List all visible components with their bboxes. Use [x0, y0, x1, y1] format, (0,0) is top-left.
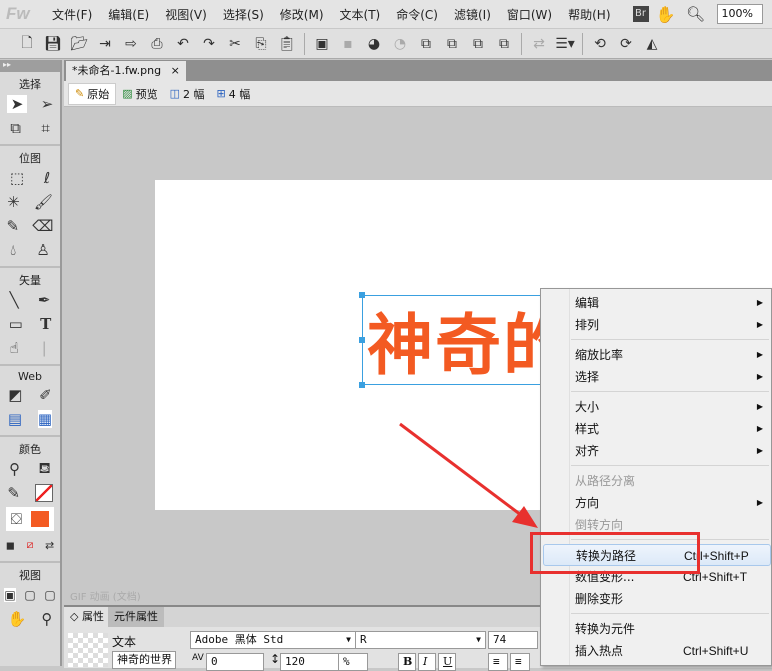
- font-family-value: Adobe 黑体 Std: [195, 633, 284, 646]
- kerning-icon: AV: [192, 653, 204, 663]
- context-menu-item[interactable]: 删除变形: [543, 588, 771, 610]
- menu-item-label: 排列: [575, 318, 600, 332]
- tab-symbol-properties[interactable]: 元件属性: [108, 607, 164, 627]
- menu-item-label: 转换为元件: [575, 622, 636, 636]
- menu-item-label: 样式: [575, 422, 600, 436]
- menu-separator: [571, 465, 769, 466]
- submenu-arrow-icon: ▶: [756, 320, 763, 329]
- leading-unit-select[interactable]: %: [338, 653, 368, 671]
- font-style-value: R: [360, 633, 367, 646]
- context-menu-item[interactable]: 排列 ▶: [543, 314, 771, 336]
- document-status: GIF 动画 (文档): [70, 592, 141, 603]
- menu-item-label: 从路径分离: [575, 474, 636, 488]
- bold-button[interactable]: B: [398, 653, 416, 671]
- object-name-field[interactable]: 神奇的世界: [112, 651, 176, 669]
- submenu-arrow-icon: ▶: [756, 446, 763, 455]
- menu-item-label: 选择: [575, 370, 600, 384]
- submenu-arrow-icon: ▶: [756, 498, 763, 507]
- submenu-arrow-icon: ▶: [756, 298, 763, 307]
- tab-properties[interactable]: ◇ 属性: [64, 607, 110, 627]
- menu-separator: [571, 391, 769, 392]
- submenu-arrow-icon: ▶: [756, 350, 763, 359]
- menu-item-label: 编辑: [575, 296, 600, 310]
- menu-separator: [571, 613, 769, 614]
- italic-button[interactable]: I: [418, 653, 436, 671]
- menu-item-label: 缩放比率: [575, 348, 624, 362]
- context-menu-item[interactable]: 转换为元件: [543, 618, 771, 640]
- leading-field[interactable]: 120: [280, 653, 340, 671]
- font-size-field[interactable]: 74: [488, 631, 538, 649]
- menu-item-label: 大小: [575, 400, 600, 414]
- menu-item-label: 插入热点: [575, 644, 624, 658]
- context-menu-item[interactable]: 样式 ▶: [543, 418, 771, 440]
- menu-item-shortcut: Ctrl+Shift+U: [683, 644, 749, 658]
- align-left-button[interactable]: ≡: [488, 653, 508, 671]
- context-menu-item[interactable]: 插入热点 Ctrl+Shift+U: [543, 640, 771, 662]
- kerning-field[interactable]: 0: [206, 653, 264, 671]
- context-menu-item[interactable]: 对齐 ▶: [543, 440, 771, 462]
- context-menu-item[interactable]: 从路径分离: [543, 470, 771, 492]
- menu-separator: [571, 339, 769, 340]
- object-type: 文本: [112, 635, 137, 649]
- context-menu-item[interactable]: 大小 ▶: [543, 396, 771, 418]
- submenu-arrow-icon: ▶: [756, 372, 763, 381]
- context-menu: 编辑 ▶ 排列 ▶ 缩放比率 ▶ 选择 ▶ 大小 ▶ 样式 ▶ 对齐 ▶ 从路径分离 方向 ▶ 倒转方向 转换为路径…: [540, 288, 772, 666]
- annotation-highlight-box: [530, 532, 700, 574]
- menu-item-label: 倒转方向: [575, 518, 624, 532]
- font-family-select[interactable]: Adobe 黑体 Std ▼: [190, 631, 356, 649]
- context-menu-item[interactable]: 编辑 ▶: [543, 292, 771, 314]
- align-center-button[interactable]: ≡: [510, 653, 530, 671]
- menu-item-label: 删除变形: [575, 592, 624, 606]
- leading-icon: ↕: [270, 652, 281, 666]
- menu-item-label: 方向: [575, 496, 600, 510]
- context-menu-item[interactable]: 方向 ▶: [543, 492, 771, 514]
- context-menu-item[interactable]: 缩放比率 ▶: [543, 344, 771, 366]
- menu-item-label: 对齐: [575, 444, 600, 458]
- object-thumbnail: [68, 633, 108, 667]
- context-menu-item[interactable]: 选择 ▶: [543, 366, 771, 388]
- underline-button[interactable]: U: [438, 653, 456, 671]
- submenu-arrow-icon: ▶: [756, 424, 763, 433]
- font-style-select[interactable]: R ▼: [356, 631, 486, 649]
- submenu-arrow-icon: ▶: [756, 402, 763, 411]
